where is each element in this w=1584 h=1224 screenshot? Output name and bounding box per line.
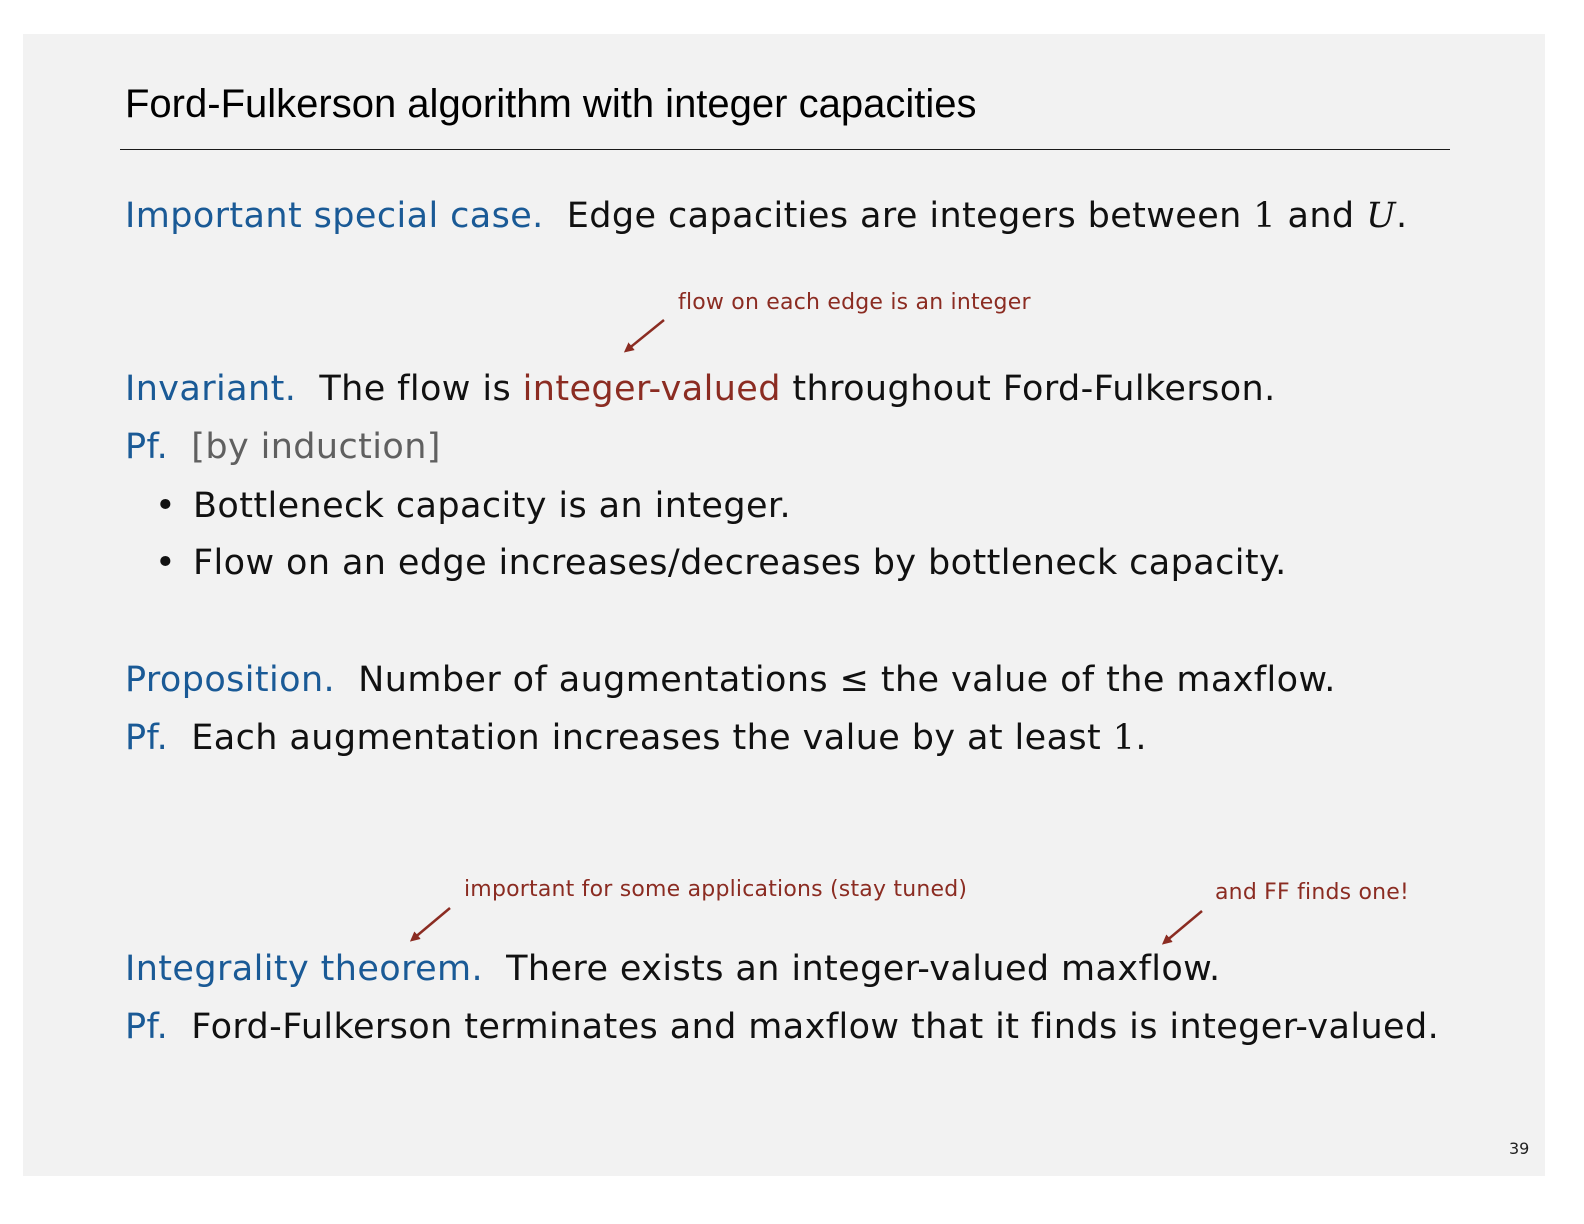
slide: Ford-Fulkerson algorithm with integer ca… <box>23 34 1545 1176</box>
arrow-to-maxflow <box>1161 910 1203 945</box>
annotation-arrows <box>409 319 1203 945</box>
arrow-to-integrality-theorem <box>409 907 451 942</box>
arrow-to-integer-valued <box>623 319 665 353</box>
